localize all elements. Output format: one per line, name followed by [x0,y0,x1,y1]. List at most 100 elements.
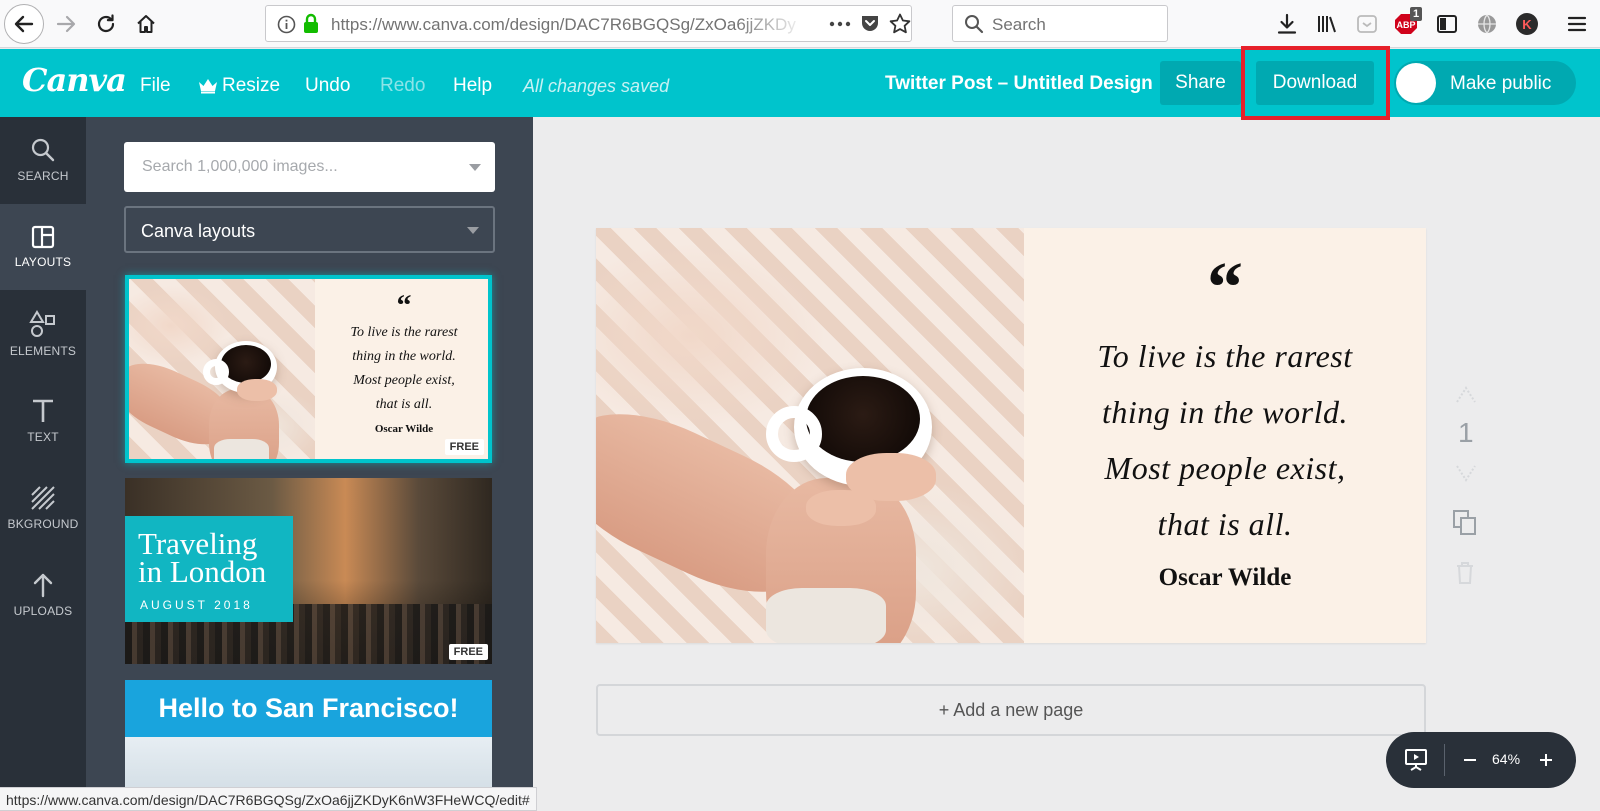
info-icon[interactable] [277,15,296,34]
rail-elements[interactable]: ELEMENTS [0,291,86,377]
layout-type-select[interactable]: Canva layouts [124,206,495,253]
layout-thumbnail-quote[interactable]: “ To live is the rarest thing in the wor… [125,275,492,463]
back-button[interactable] [4,4,44,44]
rail-background[interactable]: BKGROUND [0,465,86,551]
upload-arrow-icon [31,572,55,598]
duplicate-page-icon[interactable] [1452,509,1478,537]
london-title-line: in London [138,554,267,589]
sidebar-button[interactable] [1431,8,1463,40]
thumbnail-quote-line: To live is the rarest [350,325,458,340]
adblock-count-badge: 1 [1410,7,1423,21]
rail-text-label: TEXT [27,430,59,444]
design-title[interactable]: Twitter Post – Untitled Design [885,73,1153,95]
globe-button[interactable] [1471,8,1503,40]
design-quote-line[interactable]: To live is the rarest [1024,328,1426,384]
design-photo[interactable] [596,228,1026,643]
rail-layouts[interactable]: LAYOUTS [0,204,86,290]
design-quote-line[interactable]: thing in the world. [1024,384,1426,440]
text-t-icon [31,398,55,424]
downloads-button[interactable] [1271,8,1303,40]
delete-page-icon[interactable] [1454,561,1476,585]
design-quote-author[interactable]: Oscar Wilde [1024,564,1426,592]
rail-text[interactable]: TEXT [0,378,86,464]
redo-button[interactable]: Redo [380,75,425,97]
canva-header: Canva File Resize Undo Redo Help All cha… [0,46,1600,120]
layouts-panel: Search 1,000,000 images... Canva layouts… [86,117,533,811]
sidebar-icon [1436,14,1458,34]
rail-background-label: BKGROUND [7,517,79,531]
zoom-separator [1444,744,1445,776]
pocket-icon[interactable] [860,14,880,33]
image-search-placeholder: Search 1,000,000 images... [142,158,338,175]
profile-avatar: K [1516,13,1538,35]
library-icon [1316,13,1338,35]
layout-select-value: Canva layouts [141,221,256,241]
home-button[interactable] [130,8,162,40]
resize-menu[interactable]: Resize [198,75,280,97]
make-public-toggle[interactable]: Make public [1394,61,1576,105]
svg-text:ABP: ABP [1396,20,1415,30]
zoom-controls: 64% [1386,732,1576,788]
zoom-in-icon[interactable] [1538,752,1554,768]
free-badge: FREE [448,644,488,660]
arrow-left-icon [13,13,35,35]
make-public-label: Make public [1450,73,1552,94]
browser-search-placeholder: Search [992,15,1046,34]
arrow-right-icon [55,13,77,35]
browser-menu-button[interactable] [1561,8,1593,40]
move-page-up-icon[interactable] [1454,385,1478,405]
lock-icon [302,13,320,34]
adblock-button[interactable]: ABP 1 [1391,7,1423,40]
design-quote-line[interactable]: Most people exist, [1024,440,1426,496]
help-menu[interactable]: Help [453,75,492,97]
thumbnail-quote-line: Most people exist, [353,373,455,388]
resize-label: Resize [222,75,281,96]
search-icon [30,137,56,163]
share-button[interactable]: Share [1160,61,1241,105]
design-quote-pane[interactable]: “ To live is the rarest thing in the wor… [1024,228,1426,643]
toggle-knob [1396,63,1436,103]
thumbnail-quote-line: thing in the world. [352,349,456,364]
design-quote-line[interactable]: that is all. [1024,496,1426,552]
status-bar-url: https://www.canva.com/design/DAC7R6BGQSg… [0,787,537,811]
rail-elements-label: ELEMENTS [9,344,77,358]
rail-uploads[interactable]: UPLOADS [0,552,86,638]
file-menu[interactable]: File [140,75,171,97]
address-bar[interactable]: https://www.canva.com/design/DAC7R6BGQSg… [265,5,912,42]
pocket-toolbar-button[interactable] [1351,8,1383,40]
undo-button[interactable]: Undo [305,75,350,97]
url-text: https://www.canva.com/design/DAC7R6BGQSg… [331,15,796,34]
move-page-down-icon[interactable] [1454,463,1478,483]
thumbnail-quote-pane: “ To live is the rarest thing in the wor… [315,279,488,459]
bookmark-star-icon[interactable] [889,13,911,34]
profile-button[interactable]: K [1511,8,1543,40]
zoom-out-icon[interactable] [1462,752,1478,768]
london-title: Traveling in London [138,528,267,589]
save-status: All changes saved [523,76,670,96]
presentation-icon[interactable] [1404,748,1428,772]
thumbnail-quote-mark: “ [396,289,412,322]
left-rail: SEARCH LAYOUTS ELEMENTS TEXT BKGROUND UP… [0,117,86,811]
design-page[interactable]: “ To live is the rarest thing in the wor… [596,228,1426,643]
rail-search-label: SEARCH [17,169,69,183]
free-badge: FREE [444,439,484,455]
home-icon [135,13,157,35]
shapes-icon [29,310,57,338]
forward-button[interactable] [50,8,82,40]
chevron-down-icon[interactable] [469,164,481,171]
page-actions-icon[interactable] [829,15,851,33]
add-page-button[interactable]: + Add a new page [596,684,1426,736]
reload-icon [95,13,117,35]
london-title-box: Traveling in London AUGUST 2018 [125,516,293,622]
london-date: AUGUST 2018 [140,598,253,612]
design-quote-mark: “ [1207,247,1243,327]
rail-search[interactable]: SEARCH [0,117,86,203]
reload-button[interactable] [90,8,122,40]
library-button[interactable] [1311,8,1343,40]
browser-search-box[interactable]: Search [952,5,1168,42]
page-number: 1 [1458,417,1474,448]
image-search-input[interactable]: Search 1,000,000 images... [124,142,495,192]
layout-thumbnail-london[interactable]: Traveling in London AUGUST 2018 FREE [125,478,492,664]
canva-logo[interactable]: Canva [22,61,127,99]
background-hatch-icon [30,485,56,511]
